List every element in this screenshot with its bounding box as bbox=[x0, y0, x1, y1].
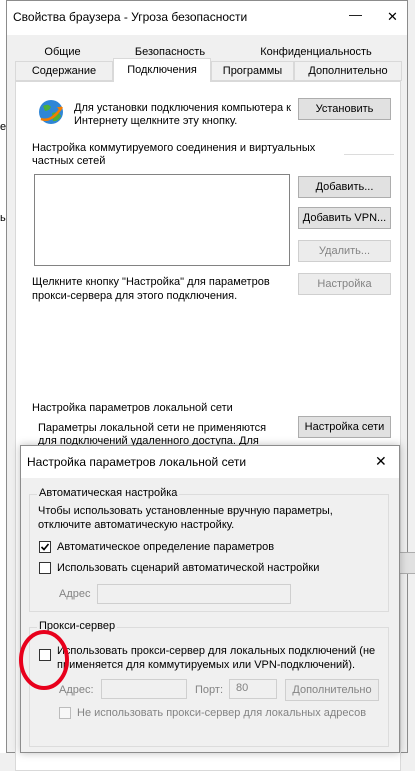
script-address-label: Адрес bbox=[59, 588, 91, 600]
advanced-button[interactable]: Дополнительно bbox=[285, 679, 379, 701]
add-button[interactable]: Добавить... bbox=[298, 176, 391, 198]
use-script-label[interactable]: Использовать сценарий автоматической нас… bbox=[57, 562, 319, 574]
proxy-hint: Щелкните кнопку "Настройка" для параметр… bbox=[32, 276, 270, 302]
highlight-ellipse-icon bbox=[19, 630, 69, 690]
setup-description: Для установки подключения компьютера к И… bbox=[74, 102, 291, 127]
close-icon[interactable]: ✕ bbox=[375, 453, 387, 470]
lan-header: Настройка параметров локальной сети bbox=[32, 402, 233, 414]
bypass-local-checkbox[interactable] bbox=[59, 707, 71, 719]
proxy-port-label: Порт: bbox=[195, 684, 223, 696]
settings-button[interactable]: Настройка bbox=[298, 273, 391, 295]
auto-detect-checkbox[interactable] bbox=[39, 541, 51, 553]
tab-connections[interactable]: Подключения bbox=[113, 58, 211, 82]
auto-detect-label[interactable]: Автоматическое определение параметров bbox=[57, 541, 274, 553]
window-title: Свойства браузера - Угроза безопасности bbox=[13, 10, 248, 24]
tab-programs[interactable]: Программы bbox=[211, 61, 294, 81]
dialog-title: Настройка параметров локальной сети bbox=[27, 455, 247, 469]
auto-config-description: Чтобы использовать установленные вручную… bbox=[38, 505, 333, 531]
lan-settings-button[interactable]: Настройка сети bbox=[298, 416, 391, 438]
tab-advanced[interactable]: Дополнительно bbox=[294, 61, 402, 81]
script-address-input[interactable] bbox=[97, 584, 291, 604]
bypass-local-label[interactable]: Не использовать прокси-сервер для локаль… bbox=[77, 707, 366, 719]
tab-label: Содержание bbox=[31, 65, 97, 77]
tab-label: Дополнительно bbox=[308, 65, 388, 77]
dialup-header: Настройка коммутируемого соединения и ви… bbox=[32, 142, 316, 167]
background-text-fragment: ь bbox=[0, 212, 6, 224]
tab-label: Подключения bbox=[127, 64, 197, 76]
close-icon[interactable]: ✕ bbox=[387, 9, 398, 25]
setup-button[interactable]: Установить bbox=[298, 98, 391, 120]
tab-general[interactable]: Общие bbox=[15, 43, 110, 61]
remove-button[interactable]: Удалить... bbox=[298, 240, 391, 262]
globe-icon bbox=[39, 100, 64, 124]
proxy-port-input[interactable]: 80 bbox=[229, 679, 277, 699]
add-vpn-button[interactable]: Добавить VPN... bbox=[298, 207, 391, 229]
tab-label: Общие bbox=[44, 46, 81, 58]
dialog-titlebar: Настройка параметров локальной сети ✕ bbox=[21, 446, 399, 478]
tab-privacy[interactable]: Конфиденциальность bbox=[230, 43, 402, 61]
lan-settings-dialog: Настройка параметров локальной сети ✕ Ав… bbox=[20, 445, 400, 753]
auto-config-title: Автоматическая настройка bbox=[37, 487, 180, 499]
use-proxy-label[interactable]: Использовать прокси-сервер для локальных… bbox=[57, 644, 383, 672]
proxy-address-input[interactable] bbox=[101, 679, 187, 699]
minimize-icon[interactable]: — bbox=[349, 7, 362, 22]
tab-content[interactable]: Содержание bbox=[15, 61, 113, 81]
tab-label: Безопасность bbox=[134, 46, 206, 58]
checkmark-icon bbox=[40, 543, 50, 551]
tab-label: Конфиденциальность bbox=[260, 46, 372, 58]
use-script-checkbox[interactable] bbox=[39, 562, 51, 574]
group-divider bbox=[344, 154, 394, 155]
cancel-button-partial[interactable] bbox=[398, 552, 415, 574]
window-titlebar: Свойства браузера - Угроза безопасности … bbox=[7, 1, 407, 35]
connections-list[interactable] bbox=[34, 174, 290, 266]
tab-label: Программы bbox=[222, 65, 283, 77]
